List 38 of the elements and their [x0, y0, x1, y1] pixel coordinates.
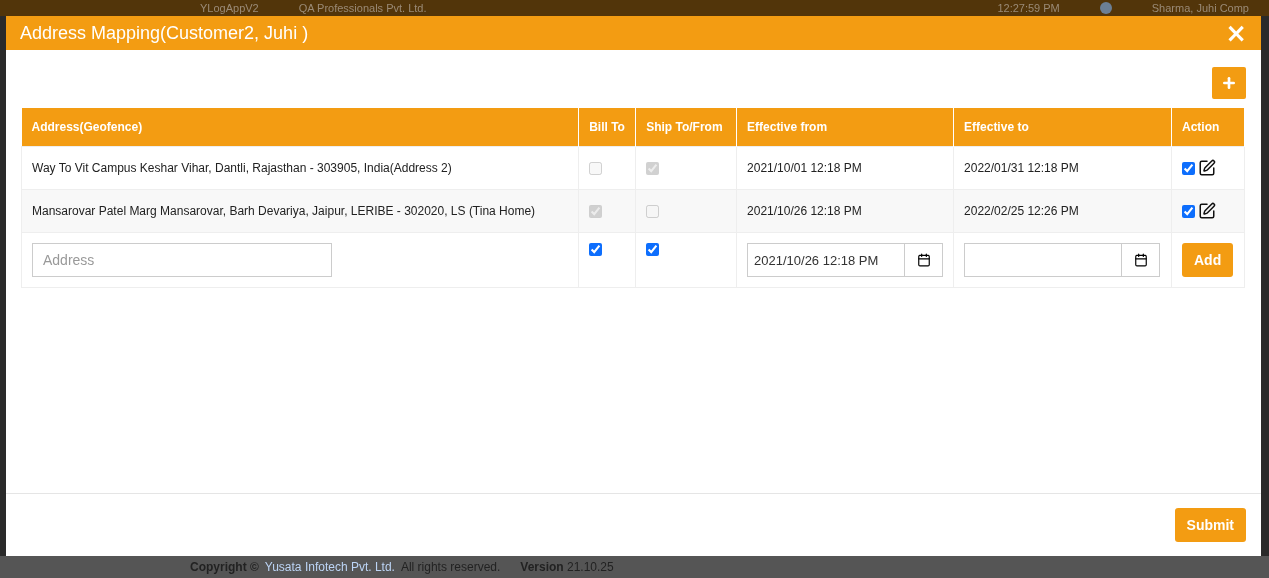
- close-button[interactable]: ×: [1225, 20, 1247, 46]
- avatar-icon: [1099, 2, 1112, 14]
- edit-icon: [1198, 159, 1216, 177]
- date-text: 2021/10/01 12:18 PM: [747, 161, 862, 175]
- checkbox[interactable]: [589, 243, 603, 256]
- dialog-title: Address Mapping(Customer2, Juhi ): [20, 22, 309, 44]
- app-title: YLogAppV2: [200, 2, 259, 14]
- date-text: 2021/10/26 12:18 PM: [747, 204, 862, 218]
- calendar-button[interactable]: [1122, 243, 1161, 277]
- company-name: QA Professionals Pvt. Ltd.: [298, 2, 427, 14]
- column-header: Effective from: [736, 108, 954, 147]
- checkbox[interactable]: [1182, 204, 1195, 218]
- checkbox[interactable]: [1182, 161, 1195, 175]
- date-text: 2022/02/25 12:26 PM: [964, 204, 1079, 218]
- column-header: Address(Geofence): [21, 108, 579, 147]
- submit-button[interactable]: Submit: [1174, 508, 1246, 542]
- address-text: Way To Vit Campus Keshar Vihar, Dantli, Rajasthan - 303905, India(Address 2): [32, 161, 452, 175]
- address-text: Mansarovar Patel Marg Mansarovar, Barh Devariya, Jaipur, LERIBE - 302020, LS (Tina Home): [32, 204, 536, 218]
- edit-button[interactable]: [1198, 159, 1216, 177]
- company-link[interactable]: Yusata Infotech Pvt. Ltd.: [264, 560, 395, 574]
- column-header: Effective to: [953, 108, 1172, 147]
- plus-icon: [1221, 75, 1237, 91]
- calendar-button[interactable]: [905, 243, 944, 277]
- address-input[interactable]: Address: [32, 243, 332, 277]
- date-input[interactable]: [964, 243, 1123, 277]
- add-button[interactable]: Add: [1182, 243, 1234, 277]
- clock-time: 12:27:59 PM: [997, 2, 1060, 14]
- edit-button[interactable]: [1198, 202, 1216, 220]
- user-name: Sharma, Juhi Comp: [1151, 2, 1249, 14]
- calendar-icon: [916, 253, 931, 267]
- calendar-icon: [1133, 253, 1148, 267]
- column-header: Bill To: [578, 108, 636, 147]
- edit-icon: [1198, 202, 1216, 220]
- column-header: Action: [1171, 108, 1245, 147]
- date-text: 2022/01/31 12:18 PM: [964, 161, 1079, 175]
- date-input[interactable]: 2021/10/26 12:18 PM: [747, 243, 906, 277]
- checkbox[interactable]: [646, 243, 660, 256]
- column-header: Ship To/From: [635, 108, 737, 147]
